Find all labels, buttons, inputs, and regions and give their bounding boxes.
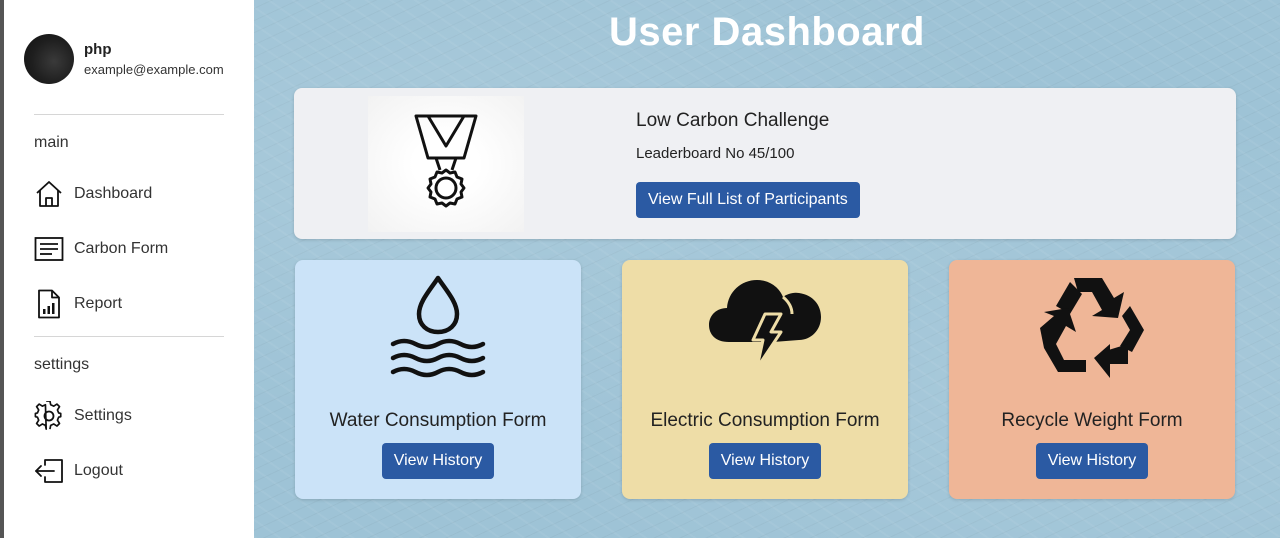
report-icon [34,289,64,319]
sidebar-item-dashboard[interactable]: Dashboard [34,177,152,211]
form-icon [34,234,64,264]
sidebar: php example@example.com main Dashboard C… [4,0,254,538]
profile: php example@example.com [24,34,224,84]
tile-title: Water Consumption Form [329,410,547,431]
water-view-history-button[interactable]: View History [381,443,495,479]
section-label-main: main [34,134,69,151]
view-participants-button[interactable]: View Full List of Participants [636,182,860,218]
sidebar-item-label: Logout [74,462,123,479]
divider [34,336,224,337]
home-icon [34,179,64,209]
medal-icon [406,112,486,217]
recycle-weight-card: Recycle Weight Form View History [949,260,1235,499]
challenge-card: Low Carbon Challenge Leaderboard No 45/1… [294,88,1236,239]
logout-icon [34,456,64,486]
electric-view-history-button[interactable]: View History [708,443,822,479]
sidebar-item-label: Report [74,295,123,312]
avatar[interactable] [24,34,74,84]
divider [34,114,224,115]
section-label-settings: settings [34,356,90,373]
sidebar-item-settings[interactable]: Settings [34,399,132,433]
water-icon [388,272,488,382]
water-consumption-card: Water Consumption Form View History [295,260,581,499]
profile-email: example@example.com [84,62,224,77]
recycle-view-history-button[interactable]: View History [1035,443,1149,479]
recycle-icon [1034,272,1150,382]
sidebar-item-report[interactable]: Report [34,287,122,321]
leaderboard-rank: Leaderboard No 45/100 [636,145,795,162]
electric-consumption-card: Electric Consumption Form View History [622,260,908,499]
tile-title: Recycle Weight Form [1001,410,1183,431]
sidebar-item-label: Dashboard [74,185,153,202]
sidebar-item-label: Carbon Form [74,240,169,257]
medal-image [368,96,524,232]
tile-title: Electric Consumption Form [650,410,880,431]
sidebar-item-logout[interactable]: Logout [34,454,123,488]
page-title: User Dashboard [609,10,925,54]
profile-name: php [84,41,112,58]
challenge-title: Low Carbon Challenge [636,110,830,131]
sidebar-item-label: Settings [74,407,132,424]
gear-icon [34,401,64,431]
main-content: User Dashboard Low Carbon Challenge Lead… [254,0,1280,538]
sidebar-item-carbon-form[interactable]: Carbon Form [34,232,168,266]
storm-icon [707,272,823,382]
